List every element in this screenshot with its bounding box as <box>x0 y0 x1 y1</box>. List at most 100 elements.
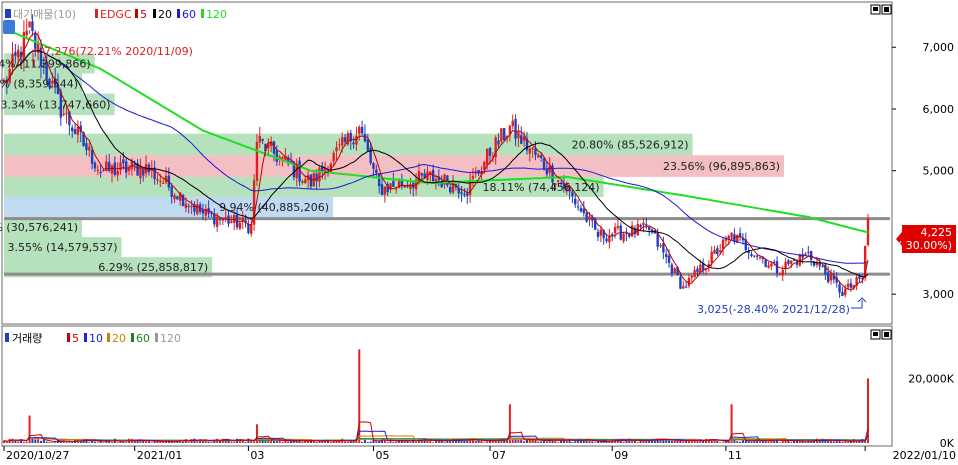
volume-bar <box>230 441 233 443</box>
legend-swatch-icon <box>5 9 11 18</box>
y-tick-label: 6,000 <box>923 103 955 116</box>
candle-body <box>230 221 233 223</box>
volume-bar <box>96 442 99 443</box>
candle-body <box>281 157 284 159</box>
volume-bar <box>474 440 477 443</box>
volume-bar <box>210 442 213 443</box>
x-tick-label: 2021/01 <box>137 449 183 462</box>
candle-body <box>670 264 674 274</box>
candle-body <box>460 192 463 194</box>
volume-bar <box>670 440 673 443</box>
candle-body <box>201 209 205 214</box>
x-tick-label: 07 <box>492 449 506 462</box>
candle-body <box>215 216 219 227</box>
supply-zone-label: 9.94% (40,885,206) <box>219 201 329 214</box>
candle-body <box>585 212 588 222</box>
candle-body <box>335 147 338 152</box>
candle-body <box>576 206 580 208</box>
candle-body <box>713 250 716 254</box>
candle-body <box>622 233 625 242</box>
candle-body <box>170 186 173 197</box>
candle-body <box>665 254 668 258</box>
volume-bar <box>45 441 48 443</box>
volume-bar <box>750 441 753 443</box>
legend-supply-label: 대기매물(10) <box>13 8 76 21</box>
volume-bar <box>534 440 537 443</box>
volume-bar <box>48 442 51 443</box>
candle-body <box>659 245 662 247</box>
candle-body <box>28 21 31 28</box>
volume-bar <box>65 441 68 443</box>
volume-bar <box>514 439 517 443</box>
volume-legend-marker-icon <box>84 333 87 342</box>
candle-body <box>838 284 841 293</box>
candle-body <box>258 135 261 143</box>
legend-item-ma60: 60 <box>182 8 196 21</box>
supply-zone-label: 18.11% (74,456,124) <box>483 181 600 194</box>
candle-body <box>599 229 603 236</box>
volume-bar <box>315 441 318 443</box>
volume-bar <box>233 441 236 443</box>
candle-body <box>500 128 503 142</box>
volume-bar <box>409 441 412 443</box>
candle-body <box>582 208 585 214</box>
candle-body <box>517 131 520 139</box>
candle-body <box>787 260 790 264</box>
volume-bar <box>454 440 457 443</box>
legend-item-edgc: EDGC <box>100 8 132 21</box>
candle-body <box>770 263 773 267</box>
close-icon-glyph <box>884 7 889 12</box>
volume-bar <box>827 440 830 443</box>
volume-bar <box>719 442 722 443</box>
x-tick-label: 2020/10/27 <box>6 449 69 462</box>
volume-bar <box>346 441 349 443</box>
candle-body <box>755 255 759 257</box>
volume-bar <box>545 441 548 443</box>
volume-bar <box>736 441 739 443</box>
volume-bar <box>443 442 446 443</box>
candle-body <box>758 257 762 259</box>
volume-bar <box>486 441 489 443</box>
volume-bar <box>557 442 560 443</box>
volume-bar <box>798 441 801 443</box>
y-tick-label: 3,000 <box>923 288 955 301</box>
volume-bar <box>739 441 742 443</box>
volume-bar <box>702 440 705 443</box>
volume-bar <box>17 441 20 443</box>
candle-body <box>105 161 108 172</box>
volume-bar <box>182 441 185 443</box>
x-tick-label: 2022/01/10 <box>893 449 956 462</box>
candle-body <box>360 127 364 134</box>
volume-bar <box>594 442 597 443</box>
side-tab-icon[interactable] <box>3 20 15 34</box>
volume-bar <box>51 442 54 443</box>
candle-body <box>511 120 514 127</box>
low-annotation: 3,025(-28.40% 2021/12/28) <box>697 303 850 316</box>
legend-item-ma20: 20 <box>158 8 172 21</box>
candle-body <box>173 195 176 200</box>
candle-body <box>238 223 242 229</box>
candle-body <box>844 288 847 296</box>
legend-marker-icon <box>95 9 98 18</box>
candle-body <box>366 139 369 151</box>
candle-body <box>463 193 466 195</box>
candle-body <box>485 148 489 165</box>
volume-bar <box>571 442 574 443</box>
candle-body <box>17 49 20 58</box>
candle-body <box>767 265 770 268</box>
volume-bar <box>31 438 34 443</box>
candle-body <box>807 251 810 253</box>
volume-legend-marker-icon <box>67 333 70 342</box>
candle-body <box>775 261 779 274</box>
x-tick-label: 03 <box>250 449 264 462</box>
volume-bar <box>386 442 389 443</box>
candle-body <box>781 269 784 276</box>
volume-bar <box>477 440 480 443</box>
candle-body <box>446 175 449 186</box>
volume-bar <box>437 441 440 443</box>
candle-body <box>96 169 99 171</box>
candle-body <box>99 171 102 173</box>
candle-body <box>730 232 733 238</box>
volume-bar <box>281 441 284 443</box>
stock-chart[interactable]: 2.74% (11,299,866) 2.03% (8,359,544) 3.34%… <box>0 0 958 465</box>
